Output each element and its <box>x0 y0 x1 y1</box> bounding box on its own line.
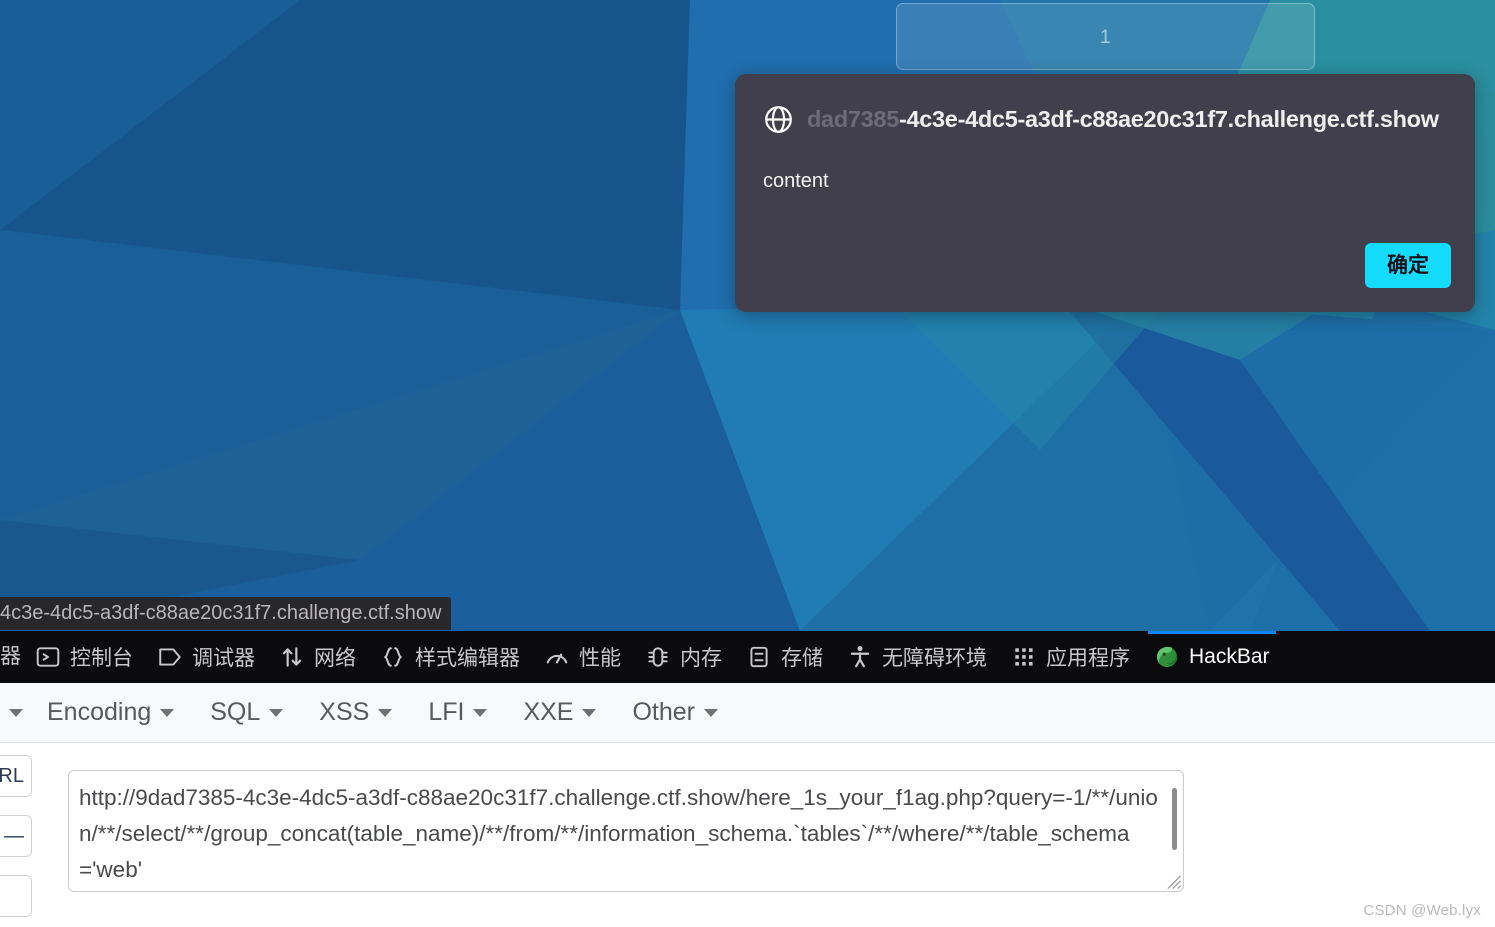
memory-icon <box>648 647 668 667</box>
devtools-tab-performance[interactable]: 性能 <box>532 631 633 683</box>
devtools-tab-inspector-partial[interactable]: 器 <box>0 631 23 683</box>
devtools-tab-hackbar-label: HackBar <box>1189 645 1270 668</box>
hackbar-extra-button[interactable] <box>0 875 32 917</box>
chevron-down-icon <box>269 708 284 717</box>
hackbar-menu-encoding[interactable]: Encoding <box>29 683 192 742</box>
globe-icon <box>765 105 792 133</box>
devtools-tab-debugger[interactable]: 调试器 <box>145 631 267 683</box>
devtools-tab-console[interactable]: 控制台 <box>23 631 145 683</box>
dialog-header: dad7385-4c3e-4dc5-a3df-c88ae20c31f7.chal… <box>763 102 1449 136</box>
dialog-footer: 确定 <box>1365 243 1451 288</box>
hackbar-url-button[interactable]: RL <box>0 755 32 797</box>
url-input[interactable] <box>68 770 1184 892</box>
devtools-tab-application-label: 应用程序 <box>1046 647 1130 670</box>
dialog-message: content <box>763 170 829 192</box>
hackbar-menu-other-label: Other <box>632 698 695 726</box>
debugger-icon <box>159 648 181 666</box>
dialog-origin-suffix: -4c3e-4dc5-a3df-c88ae20c31f7.challenge.c… <box>898 105 1439 132</box>
hackbar-menu-xxe-label: XXE <box>523 698 574 726</box>
hackbar-url-field-wrapper <box>68 770 1184 892</box>
hackbar-menu-other[interactable]: Other <box>614 683 736 742</box>
chevron-down-icon <box>378 708 393 717</box>
status-bar-url: 4c3e-4dc5-a3df-c88ae20c31f7.challenge.ct… <box>0 597 452 630</box>
watermark: CSDN @Web.lyx <box>1363 902 1481 919</box>
hackbar-post-button[interactable]: — <box>0 815 32 857</box>
hackbar-menu-load-partial[interactable] <box>0 683 29 742</box>
devtools-tab-memory[interactable]: 内存 <box>633 631 734 683</box>
devtools-tab-memory-label: 内存 <box>680 647 722 670</box>
devtools-tab-bar: 器 控制台 调试器 网络 样式编辑器 性能 内存 存储 无障碍环境 应用程序 H… <box>0 631 1495 683</box>
devtools-tab-performance-label: 性能 <box>579 647 621 670</box>
dialog-origin-prefix: dad7385 <box>807 105 899 132</box>
counter-box: 1 <box>896 3 1315 70</box>
devtools-tab-storage-label: 存储 <box>781 647 823 670</box>
hackbar-menu-sql[interactable]: SQL <box>192 683 301 742</box>
devtools-tab-style-editor-label: 样式编辑器 <box>415 647 520 670</box>
hackbar-menu-bar: Encoding SQL XSS LFI XXE Other <box>0 683 1495 743</box>
hackbar-menu-sql-label: SQL <box>210 698 261 726</box>
devtools-tab-application[interactable]: 应用程序 <box>999 631 1142 683</box>
chevron-down-icon <box>473 708 488 717</box>
accessibility-icon <box>850 646 870 668</box>
style-editor-icon <box>383 647 403 667</box>
hackbar-menu-lfi[interactable]: LFI <box>410 683 505 742</box>
hackbar-logo-icon <box>1156 646 1178 668</box>
devtools-tab-storage[interactable]: 存储 <box>734 631 835 683</box>
devtools-tab-debugger-label: 调试器 <box>192 647 255 670</box>
console-icon <box>36 647 60 667</box>
devtools-tab-network-label: 网络 <box>314 647 356 670</box>
dialog-origin-label: dad7385-4c3e-4dc5-a3df-c88ae20c31f7.chal… <box>807 106 1439 133</box>
devtools-tab-network[interactable]: 网络 <box>267 631 368 683</box>
devtools-tab-accessibility[interactable]: 无障碍环境 <box>835 631 999 683</box>
network-icon <box>282 647 302 667</box>
devtools-tab-hackbar[interactable]: HackBar <box>1142 631 1282 683</box>
chevron-down-icon <box>582 708 597 717</box>
hackbar-menu-xxe[interactable]: XXE <box>505 683 614 742</box>
browser-page-viewport: 1 dad7385-4c3e-4dc5-a3df-c88ae20c31f7.ch… <box>0 0 1495 631</box>
hackbar-menu-lfi-label: LFI <box>428 698 465 726</box>
chevron-down-icon <box>160 708 175 717</box>
hackbar-left-button-column: RL — <box>0 755 32 927</box>
screen: 1 dad7385-4c3e-4dc5-a3df-c88ae20c31f7.ch… <box>0 0 1495 927</box>
chevron-down-icon <box>704 708 718 717</box>
hackbar-menu-xss-label: XSS <box>319 698 370 726</box>
application-icon <box>1015 648 1033 666</box>
confirm-button[interactable]: 确定 <box>1365 243 1451 288</box>
devtools-tab-accessibility-label: 无障碍环境 <box>882 647 987 670</box>
performance-icon <box>546 653 568 664</box>
chevron-down-icon <box>9 708 23 717</box>
alert-dialog: dad7385-4c3e-4dc5-a3df-c88ae20c31f7.chal… <box>735 74 1475 312</box>
hackbar-menu-xss[interactable]: XSS <box>301 683 410 742</box>
hackbar-menu-encoding-label: Encoding <box>47 698 152 726</box>
storage-icon <box>750 646 768 668</box>
devtools-tab-style-editor[interactable]: 样式编辑器 <box>368 631 532 683</box>
devtools-tab-console-label: 控制台 <box>70 647 133 670</box>
